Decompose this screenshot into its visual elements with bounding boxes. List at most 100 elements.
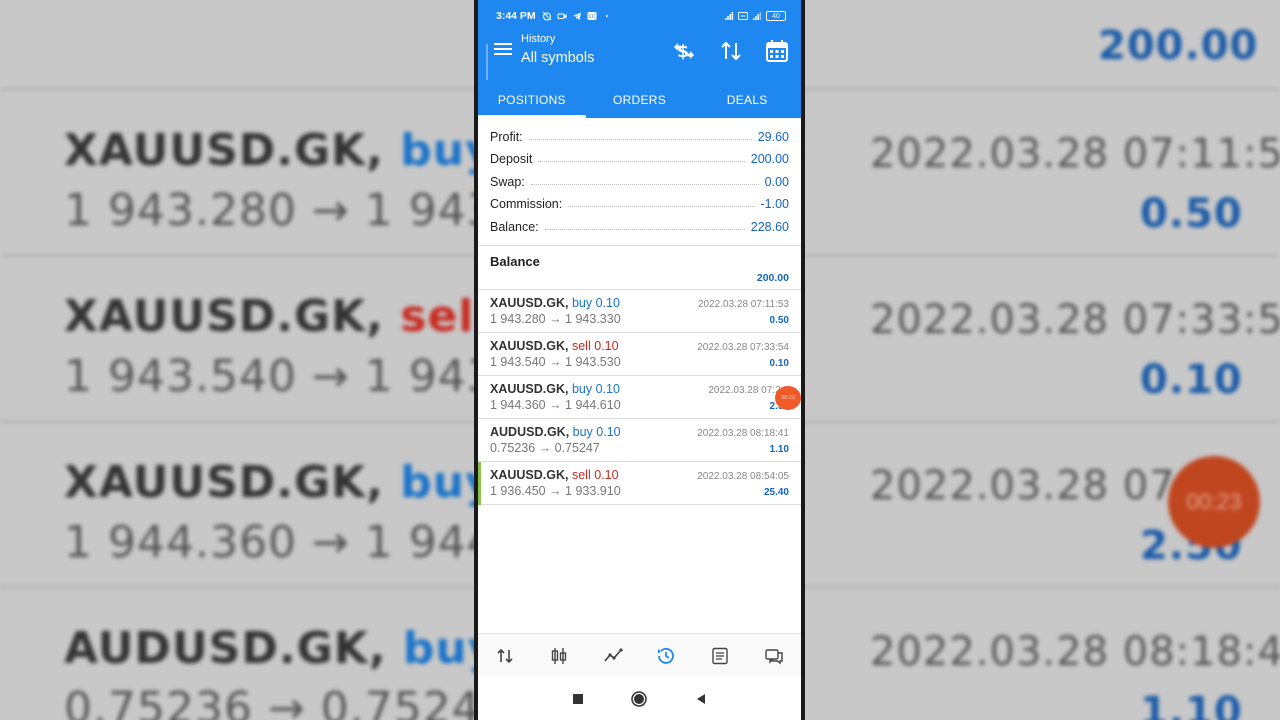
bottom-nav <box>478 633 801 677</box>
leader-dots <box>568 205 755 207</box>
deal-row-latest[interactable]: XAUUSD.GK, sell 0.10 1 936.450 → 1 933.9… <box>478 462 801 505</box>
sort-icon[interactable] <box>718 38 744 64</box>
deal-row[interactable]: AUDUSD.GK, buy 0.10 0.75236 → 0.75247 20… <box>478 419 801 462</box>
nav-quotes[interactable] <box>478 634 532 677</box>
bg-row-date: 2022.03.28 07:11:53 <box>870 131 1280 177</box>
deal-profit: 0.10 <box>769 358 789 369</box>
bg-row-value: 0.50 <box>1140 191 1243 237</box>
deal-symbol: XAUUSD.GK, buy 0.10 <box>490 382 620 396</box>
symbol-filter-icon[interactable]: $ <box>671 38 697 64</box>
tab-positions[interactable]: POSITIONS <box>478 82 586 118</box>
header-title[interactable]: All symbols <box>521 50 594 66</box>
bg-row-prices: 1 943.280 → 1 943. <box>64 185 511 236</box>
deal-prices: 1 944.360 → 1 944.610 <box>490 398 621 412</box>
nav-history[interactable] <box>639 634 693 677</box>
system-nav-bar <box>478 677 801 720</box>
deal-row[interactable]: XAUUSD.GK, buy 0.10 1 944.360 → 1 944.61… <box>478 376 801 419</box>
deal-symbol: AUDUSD.GK, buy 0.10 <box>490 425 621 439</box>
deal-symbol: XAUUSD.GK, sell 0.10 <box>490 468 619 482</box>
bg-row-date: 2022.03.28 08:18:41 <box>870 629 1280 675</box>
home-icon[interactable] <box>630 690 648 708</box>
header-subtitle: History <box>521 33 556 45</box>
menu-button[interactable] <box>492 40 514 60</box>
alarm-off-icon <box>542 11 552 21</box>
history-icon <box>658 647 675 664</box>
status-notification-icons: CC <box>542 11 612 21</box>
deal-direction: buy 0.10 <box>572 425 621 439</box>
bg-recording-badge: 00:23 <box>1168 456 1260 548</box>
bg-row-value: 1.10 <box>1140 689 1243 720</box>
summary-value: -1.00 <box>760 197 790 211</box>
deal-prices: 1 943.280 → 1 943.330 <box>490 312 621 326</box>
summary-row-profit: Profit: 29.60 <box>490 128 789 146</box>
summary-value: 29.60 <box>757 130 789 144</box>
nav-chart[interactable] <box>532 634 586 677</box>
deal-direction: sell 0.10 <box>571 339 619 353</box>
summary-label: Commission: <box>490 197 563 211</box>
deal-direction: buy 0.10 <box>571 296 620 310</box>
leader-dots <box>530 183 759 185</box>
svg-text:$: $ <box>677 42 689 62</box>
quotes-icon <box>497 648 513 663</box>
summary-row-deposit: Deposit 200.00 <box>490 150 789 168</box>
deal-row[interactable]: XAUUSD.GK, sell 0.10 1 943.540 → 1 943.5… <box>478 333 801 376</box>
summary-value: 228.60 <box>750 220 789 234</box>
summary-value: 200.00 <box>750 152 789 166</box>
tab-orders[interactable]: ORDERS <box>586 82 694 118</box>
deal-prices: 1 936.450 → 1 933.910 <box>490 484 621 498</box>
tab-deals[interactable]: DEALS <box>693 82 801 118</box>
deal-date: 2022.03.28 07:33:54 <box>697 342 789 353</box>
calendar-icon[interactable] <box>764 38 790 64</box>
deal-date: 2022.03.28 07:11:53 <box>697 299 789 310</box>
back-icon[interactable] <box>694 692 708 706</box>
phone-edge-right <box>801 0 805 720</box>
bg-row-prices: 1 943.540 → 1 943. <box>64 351 511 402</box>
deal-profit: 1.10 <box>769 444 789 455</box>
summary-value: 0.00 <box>764 175 789 189</box>
bg-row-value: 0.10 <box>1140 357 1243 403</box>
balance-value: 200.00 <box>756 272 789 284</box>
status-time: 3:44 PM <box>496 10 536 22</box>
leader-dots <box>538 160 745 162</box>
summary-label: Balance: <box>490 220 539 234</box>
deal-direction: sell 0.10 <box>571 468 619 482</box>
nav-trade[interactable] <box>586 634 640 677</box>
journal-icon <box>712 647 728 664</box>
status-bar: 3:44 PM CC 40 <box>496 9 786 23</box>
deal-symbol: XAUUSD.GK, sell 0.10 <box>490 339 619 353</box>
summary-row-balance: Balance: 228.60 <box>490 218 789 236</box>
menu-line <box>494 53 512 55</box>
menu-line <box>494 48 512 50</box>
status-system-icons: 40 <box>724 11 786 21</box>
summary-row-swap: Swap: 0.00 <box>490 173 789 191</box>
chat-icon <box>765 648 783 664</box>
video-icon <box>557 13 567 19</box>
chart-candles-icon <box>551 647 566 664</box>
summary-label: Deposit <box>490 152 533 166</box>
bg-row-date: 2022.03.28 07:33:54 <box>870 297 1280 343</box>
deal-date: 2022.03.28 08:18:41 <box>697 428 789 439</box>
app-badge-icon: CC <box>587 12 597 20</box>
deal-row[interactable]: XAUUSD.GK, buy 0.10 1 943.280 → 1 943.33… <box>478 290 801 333</box>
svg-text:CC: CC <box>588 14 595 20</box>
nav-journal[interactable] <box>693 634 747 677</box>
deal-prices: 1 943.540 → 1 943.530 <box>490 355 621 369</box>
nav-chat[interactable] <box>747 634 801 677</box>
telegram-icon <box>572 12 581 20</box>
battery-icon: 40 <box>766 11 786 21</box>
deal-profit: 0.50 <box>769 315 789 326</box>
summary-label: Profit: <box>490 130 523 144</box>
recording-badge[interactable]: 00:23 <box>775 386 801 410</box>
more-dot-icon <box>605 15 608 17</box>
app-bar: 3:44 PM CC 40 History All symbols $ POSI… <box>478 0 801 118</box>
deal-prices: 0.75236 → 0.75247 <box>490 441 600 455</box>
tab-bar: POSITIONS ORDERS DEALS <box>478 82 801 118</box>
recents-icon[interactable] <box>571 692 585 706</box>
signal-icon-2 <box>753 12 762 20</box>
drawer-edge <box>486 44 488 80</box>
leader-dots <box>528 138 752 140</box>
deal-direction: buy 0.10 <box>571 382 620 396</box>
balance-entry[interactable]: Balance 200.00 <box>478 247 801 290</box>
summary-row-commission: Commission: -1.00 <box>490 195 789 213</box>
phone-screen: 3:44 PM CC 40 History All symbols $ POSI… <box>478 0 801 720</box>
